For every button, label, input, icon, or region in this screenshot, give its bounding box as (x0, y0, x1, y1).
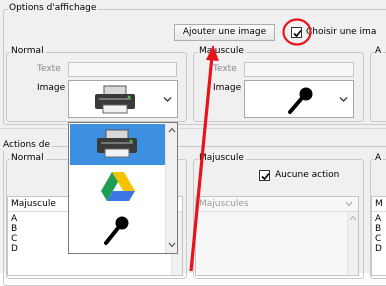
annotation-arrow-head (206, 45, 219, 61)
annotation-overlay (189, 18, 312, 272)
annotation-arrow-shaft (189, 55, 214, 272)
highlight-circle (282, 18, 312, 46)
